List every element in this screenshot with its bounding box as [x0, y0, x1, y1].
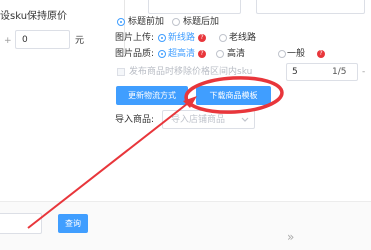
red-annotation-overlay [27, 76, 284, 229]
highlight-circle [184, 76, 284, 114]
annotation-arrow-line [27, 99, 193, 229]
